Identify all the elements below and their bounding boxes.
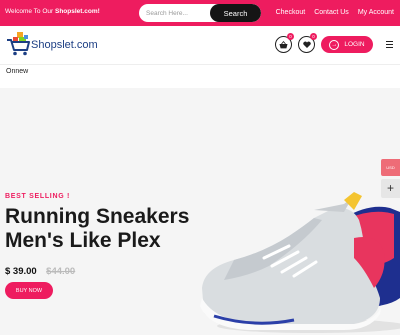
currency-side-tab[interactable]: USD xyxy=(381,159,400,176)
hero-banner: USD + BEST SELLING ! Running Sneakers Me… xyxy=(0,88,400,335)
top-links: Checkout Contact Us My Account xyxy=(276,9,394,16)
hero-eyebrow: BEST SELLING ! xyxy=(5,193,71,200)
my-account-link[interactable]: My Account xyxy=(358,9,394,16)
login-label: LOGIN xyxy=(344,41,365,48)
top-bar: Welcome To Our Shopslet.com! Search Chec… xyxy=(0,0,400,26)
hero-headline: Running Sneakers Men's Like Plex xyxy=(5,205,189,253)
nav-bar: Onnew xyxy=(0,64,400,89)
hero-headline-line2: Men's Like Plex xyxy=(5,229,161,252)
cart-logo-icon[interactable] xyxy=(6,31,32,57)
search-input[interactable] xyxy=(139,4,220,22)
login-button[interactable]: → LOGIN xyxy=(321,36,373,53)
running-sneaker-image xyxy=(200,192,400,333)
old-price: $44.00 xyxy=(46,266,76,277)
cart-button[interactable]: 0 xyxy=(275,33,294,53)
nav-item-onnew[interactable]: Onnew xyxy=(6,68,28,75)
current-price: $ 39.00 xyxy=(5,266,37,277)
cart-count-badge: 0 xyxy=(287,33,294,40)
search-button[interactable]: Search xyxy=(210,4,261,22)
wishlist-button[interactable]: 0 xyxy=(298,33,317,53)
login-arrow-icon: → xyxy=(329,39,340,50)
site-header: Shopslet.com 0 0 → LOGIN xyxy=(0,26,400,64)
basket-icon xyxy=(279,40,288,48)
welcome-brand: Shopslet.com! xyxy=(54,8,100,15)
brand-name[interactable]: Shopslet.com xyxy=(31,39,98,51)
search-form: Search xyxy=(139,4,261,22)
add-side-button[interactable]: + xyxy=(381,179,400,198)
buy-now-button[interactable]: BUY NOW xyxy=(5,282,53,299)
welcome-text: Welcome To Our Shopslet.com! xyxy=(5,8,100,15)
contact-us-link[interactable]: Contact Us xyxy=(314,9,349,16)
heart-icon xyxy=(302,41,311,48)
checkout-link[interactable]: Checkout xyxy=(276,9,306,16)
price-row: $ 39.00 $44.00 xyxy=(5,261,75,279)
hero-headline-line1: Running Sneakers xyxy=(5,205,190,228)
wishlist-count-badge: 0 xyxy=(310,33,317,40)
hamburger-menu-icon[interactable] xyxy=(386,41,393,48)
